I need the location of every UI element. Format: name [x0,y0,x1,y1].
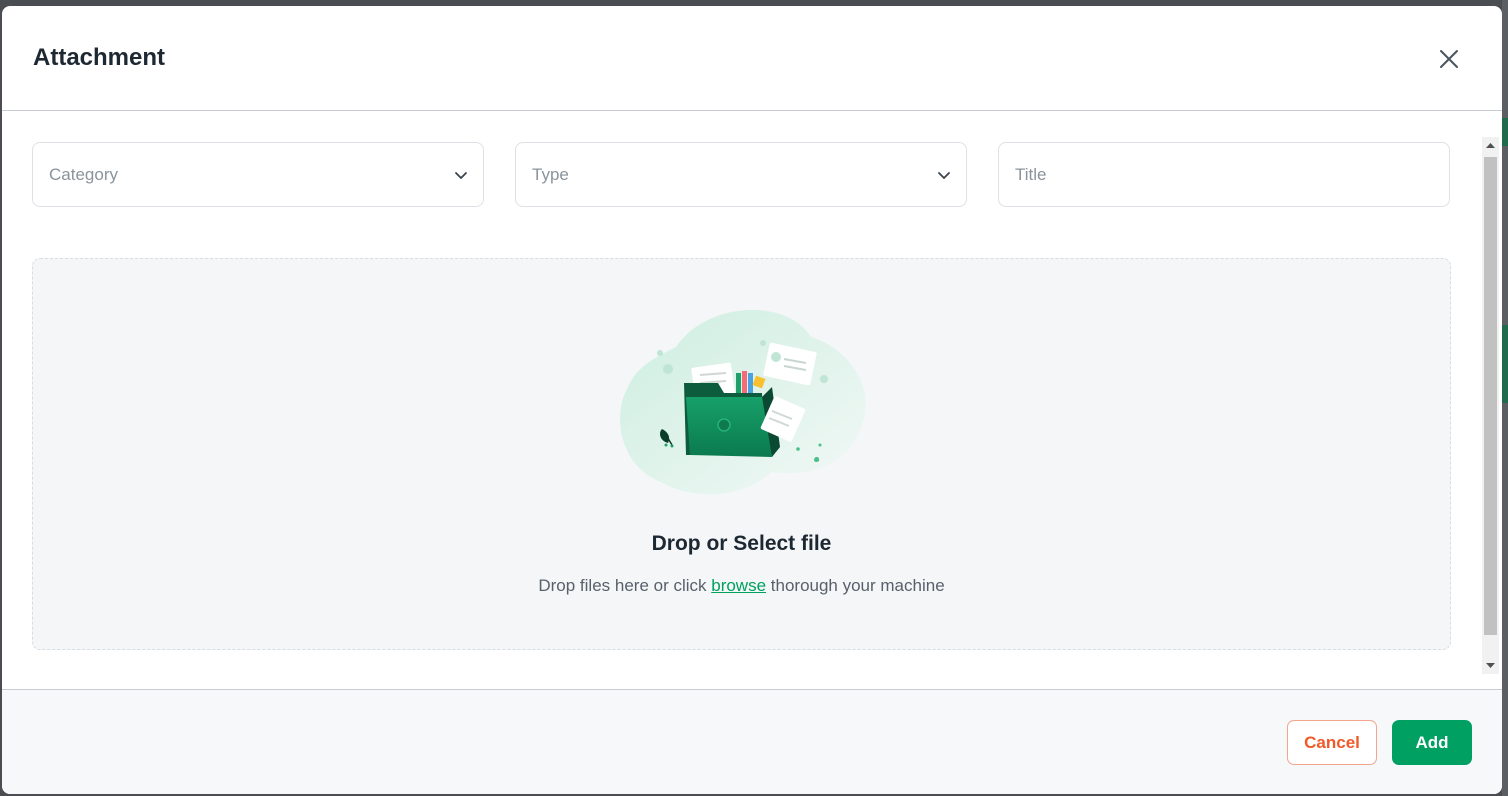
scroll-up-arrow-icon[interactable] [1482,137,1499,154]
modal-header: Attachment [2,6,1502,111]
category-select[interactable]: Category [32,142,484,207]
modal-title: Attachment [33,44,166,71]
file-dropzone[interactable]: Drop or Select file Drop files here or c… [32,258,1451,650]
modal-body: Category Type Title Drop or Select file … [2,111,1502,689]
folder-upload-illustration [620,309,866,495]
close-button[interactable] [1434,44,1464,74]
backdrop-accent [1502,325,1508,403]
type-select[interactable]: Type [515,142,967,207]
dropzone-subtitle: Drop files here or click browse thorough… [33,576,1450,596]
dropzone-subtitle-suffix: thorough your machine [766,576,945,595]
category-placeholder: Category [49,165,118,184]
browse-link[interactable]: browse [711,576,766,595]
scrollbar-thumb[interactable] [1484,157,1497,635]
add-button[interactable]: Add [1392,720,1472,765]
backdrop-accent [1502,118,1508,146]
dropzone-subtitle-prefix: Drop files here or click [538,576,712,595]
vertical-scrollbar[interactable] [1482,137,1499,674]
attachment-modal: Attachment Category Type Title Drop or S… [2,6,1502,794]
title-field-wrapper [998,142,1450,207]
chevron-down-icon [455,172,467,179]
close-icon [1440,50,1458,68]
dropzone-title: Drop or Select file [651,532,832,555]
type-placeholder: Type [532,165,569,184]
scroll-down-arrow-icon[interactable] [1482,657,1499,674]
cancel-button[interactable]: Cancel [1287,720,1377,765]
chevron-down-icon [938,172,950,179]
title-input[interactable] [999,143,1449,206]
modal-footer: Cancel Add [2,689,1502,794]
